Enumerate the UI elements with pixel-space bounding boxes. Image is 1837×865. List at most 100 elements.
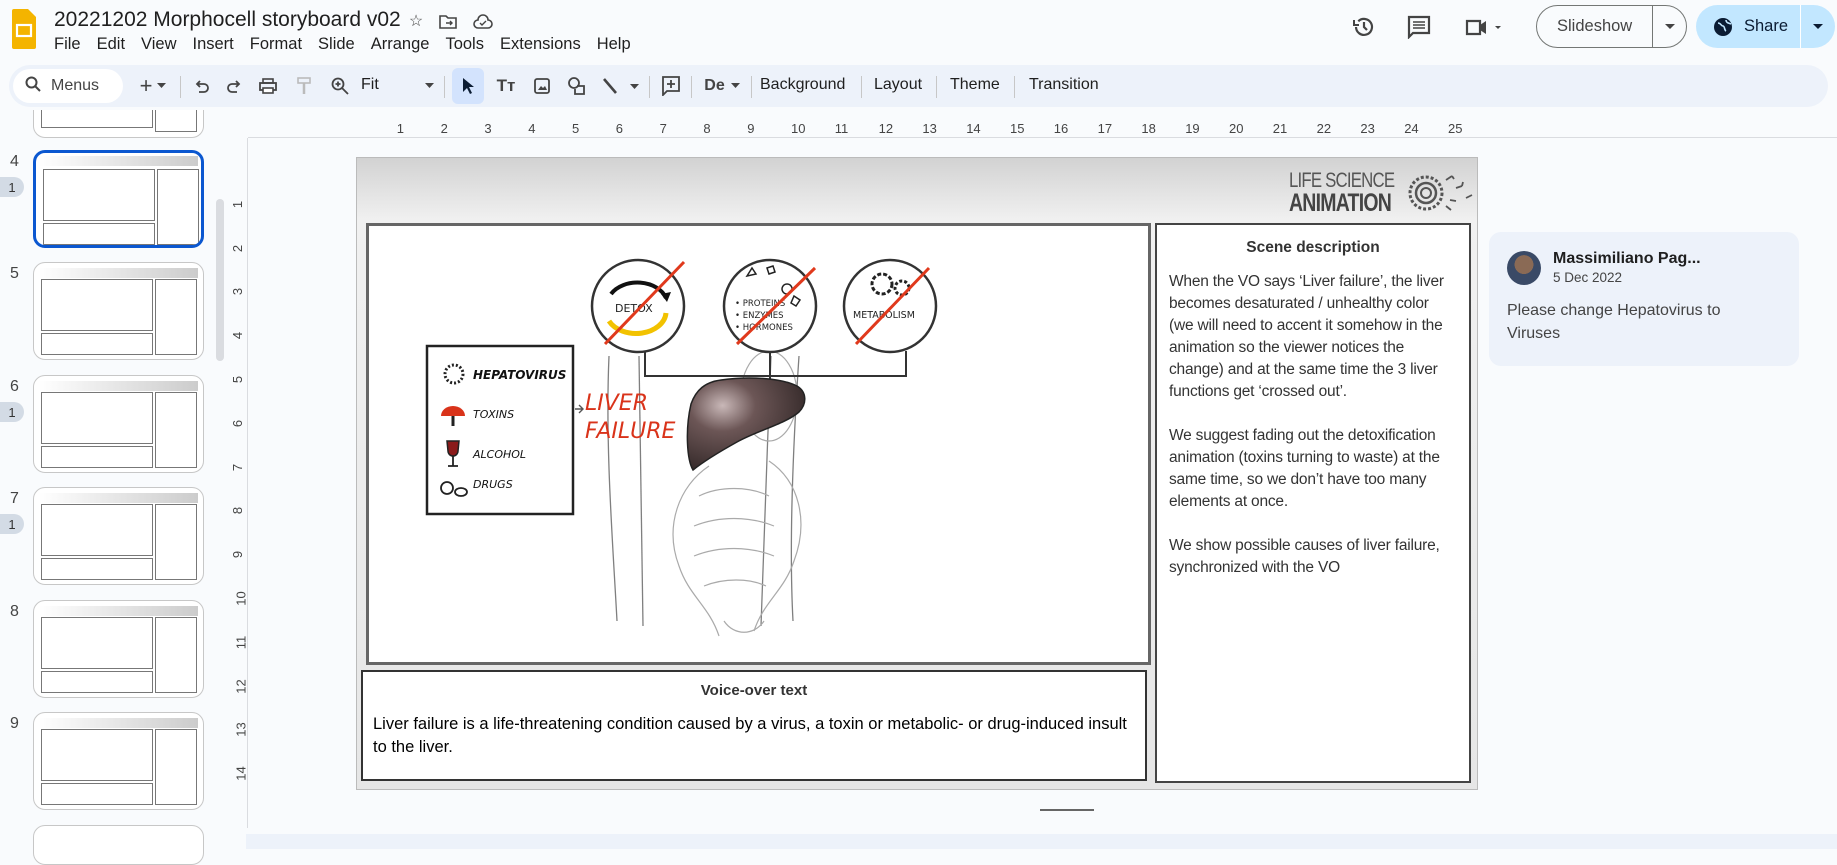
slide-thumbnail[interactable]	[33, 600, 204, 698]
menu-format[interactable]: Format	[242, 34, 310, 55]
background-button[interactable]: Background	[760, 76, 845, 94]
version-history-icon[interactable]	[1351, 14, 1377, 40]
menu-view[interactable]: View	[133, 34, 184, 55]
slide-thumbnail[interactable]	[33, 150, 204, 248]
menu-file[interactable]: File	[46, 34, 89, 55]
proteins-circle: • PROTEINS • ENZYMES • HORMONES	[722, 258, 818, 354]
storyboard-drawing[interactable]: DETOX • PROTEINS • ENZYMES • HORMONES ME…	[366, 223, 1151, 665]
voice-over-title: Voice-over text	[700, 682, 808, 699]
causes-legend-box: HEPATOVIRUS TOXINS ALCOHOL DRUGS	[425, 344, 575, 516]
print-icon[interactable]	[255, 65, 281, 107]
svg-text:• HORMONES: • HORMONES	[735, 323, 793, 333]
plus-icon: +	[139, 73, 153, 98]
insert-image-icon[interactable]	[527, 65, 557, 107]
share-label: Share	[1744, 17, 1789, 35]
toolbar: Menus + Fit Tт De Background Layout Them…	[9, 65, 1828, 107]
share-button[interactable]: Share	[1696, 5, 1835, 48]
slides-logo[interactable]	[12, 9, 36, 49]
cloud-saved-icon[interactable]	[472, 10, 494, 32]
search-menus-input[interactable]: Menus	[13, 69, 123, 103]
ruler-label: 12	[878, 121, 894, 136]
scene-paragraph: We show possible causes of liver failure…	[1169, 537, 1440, 576]
slideshow-dropdown-icon[interactable]	[1653, 23, 1686, 30]
star-icon[interactable]: ☆	[405, 10, 427, 32]
voice-over-box[interactable]: Voice-over text Liver failure is a life-…	[361, 670, 1147, 781]
menu-tools[interactable]: Tools	[437, 34, 492, 55]
ruler-label: 10	[233, 591, 249, 606]
comment-count-badge[interactable]: 1	[0, 514, 24, 534]
new-slide-button[interactable]: +	[135, 65, 171, 107]
shape-icon[interactable]	[562, 65, 592, 107]
ruler-label: 9	[230, 551, 246, 559]
menus-label: Menus	[51, 77, 100, 94]
speaker-notes-bar[interactable]	[246, 834, 1837, 849]
meet-camera-icon[interactable]	[1464, 14, 1504, 40]
comment-card[interactable]: Massimiliano Pag... 5 Dec 2022 Please ch…	[1489, 232, 1799, 366]
paint-format-icon[interactable]	[291, 65, 317, 107]
ruler-label: 4	[230, 332, 246, 340]
redo-icon[interactable]	[221, 65, 247, 107]
menu-insert[interactable]: Insert	[185, 34, 242, 55]
zoom-icon[interactable]	[327, 65, 353, 107]
menu-arrange[interactable]: Arrange	[363, 34, 438, 55]
slide-number: 5	[10, 265, 19, 282]
comment-date: 5 Dec 2022	[1553, 270, 1623, 285]
ruler-label: 25	[1448, 121, 1463, 136]
cell-logo-icon	[1408, 175, 1473, 211]
zoom-dropdown-icon[interactable]	[421, 65, 437, 107]
theme-button[interactable]: Theme	[950, 76, 1000, 94]
slide-number: 9	[10, 715, 19, 732]
ruler-label: 23	[1360, 121, 1375, 136]
add-comment-icon[interactable]	[657, 65, 685, 107]
ruler-label: 3	[230, 288, 246, 296]
slide-thumbnail[interactable]	[33, 487, 204, 585]
zoom-value[interactable]: Fit	[361, 76, 379, 94]
ruler-label: 10	[791, 121, 806, 136]
ruler-label: 18	[1141, 121, 1156, 136]
comment-count-badge[interactable]: 1	[0, 402, 24, 422]
undo-icon[interactable]	[189, 65, 215, 107]
slide-thumbnail-3[interactable]	[33, 110, 204, 138]
svg-text:ALCOHOL: ALCOHOL	[472, 448, 526, 461]
ruler-label: 19	[1185, 121, 1200, 136]
slide-thumbnail[interactable]	[33, 262, 204, 360]
slide-thumbnail[interactable]	[33, 712, 204, 810]
search-icon	[25, 76, 41, 97]
menu-extensions[interactable]: Extensions	[492, 34, 589, 55]
comment-author: Massimiliano Pag...	[1553, 250, 1701, 267]
input-tools-icon[interactable]: De	[699, 65, 745, 107]
menu-help[interactable]: Help	[589, 34, 639, 55]
comments-icon[interactable]	[1406, 14, 1432, 40]
ruler-label: 22	[1316, 121, 1332, 136]
horizontal-ruler[interactable]: 1 2 3 4 5 6 7 8 9 10 11 12 13 14 15 16 17 18 19 20 21 22 23 24 2…	[248, 120, 1837, 138]
ruler-label: 2	[230, 244, 246, 252]
speaker-notes-resize-handle[interactable]	[1040, 809, 1094, 811]
ruler-label: 20	[1229, 121, 1244, 136]
svg-text:TOXINS: TOXINS	[473, 408, 514, 421]
life-science-animation-logo: LIFE SCIENCE ANIMATION	[1289, 166, 1475, 218]
share-dropdown-icon[interactable]	[1801, 23, 1835, 30]
transition-button[interactable]: Transition	[1029, 76, 1099, 94]
vertical-ruler[interactable]: 1 2 3 4 5 6 7 8 9 10 11 12 13 14	[230, 138, 249, 828]
liver-failure-label-2: FAILURE	[585, 419, 676, 444]
text-box-icon[interactable]: Tт	[491, 65, 521, 107]
svg-text:HEPATOVIRUS: HEPATOVIRUS	[473, 368, 566, 382]
menu-slide[interactable]: Slide	[310, 34, 363, 55]
layout-button[interactable]: Layout	[874, 76, 922, 94]
liver-illustration	[686, 377, 806, 472]
document-title[interactable]: 20221202 Morphocell storyboard v02	[54, 8, 401, 32]
move-folder-icon[interactable]	[437, 10, 459, 32]
menu-edit[interactable]: Edit	[89, 34, 133, 55]
line-tool-icon[interactable]	[599, 65, 643, 107]
ruler-label: 1	[230, 200, 246, 208]
ruler-label: 24	[1404, 121, 1419, 136]
select-cursor-icon[interactable]	[452, 68, 484, 104]
filmstrip-scrollbar[interactable]	[216, 199, 224, 361]
slideshow-label: Slideshow	[1557, 17, 1633, 35]
scene-paragraph: When the VO says ‘Liver failure’, the li…	[1169, 273, 1444, 400]
scene-description-box[interactable]: Scene description When the VO says ‘Live…	[1155, 223, 1471, 783]
slideshow-button[interactable]: Slideshow	[1536, 5, 1687, 48]
comment-count-badge[interactable]: 1	[0, 177, 24, 197]
slide-thumbnail[interactable]	[33, 375, 204, 473]
slide-thumbnail-10[interactable]	[33, 825, 204, 865]
